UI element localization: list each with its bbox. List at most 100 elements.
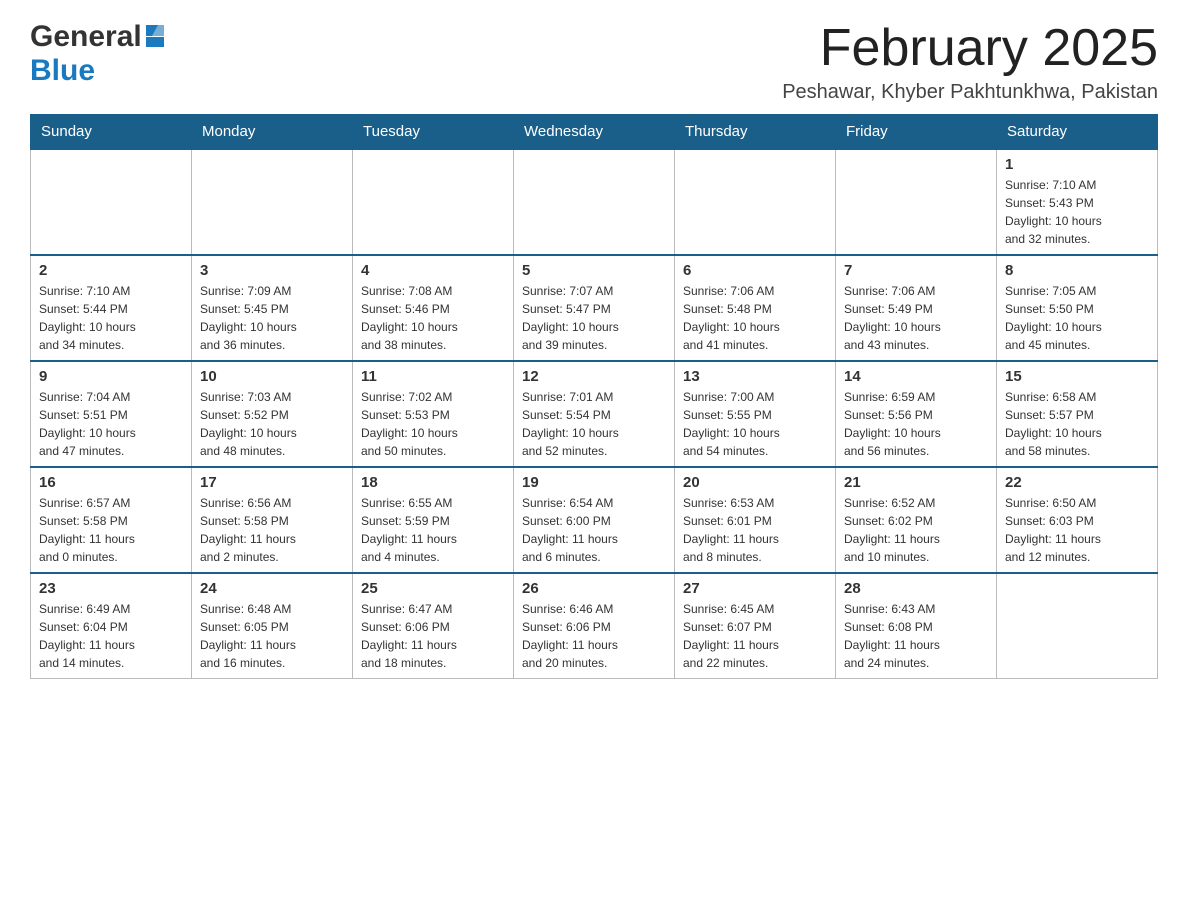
logo: General Blue: [30, 20, 166, 88]
calendar-cell: 17Sunrise: 6:56 AM Sunset: 5:58 PM Dayli…: [192, 467, 353, 573]
day-number: 2: [39, 262, 183, 279]
day-number: 23: [39, 580, 183, 597]
day-info: Sunrise: 6:57 AM Sunset: 5:58 PM Dayligh…: [39, 494, 183, 566]
day-info: Sunrise: 6:53 AM Sunset: 6:01 PM Dayligh…: [683, 494, 827, 566]
day-info: Sunrise: 6:47 AM Sunset: 6:06 PM Dayligh…: [361, 600, 505, 672]
day-number: 20: [683, 474, 827, 491]
calendar-cell: 7 Sunrise: 7:06 AM Sunset: 5:49 PM Daylig…: [836, 255, 997, 361]
day-info: Sunrise: 6:49 AM Sunset: 6:04 PM Dayligh…: [39, 600, 183, 672]
logo-general-text: General: [30, 20, 142, 54]
calendar-cell: 2 Sunrise: 7:10 AM Sunset: 5:44 PM Daylig…: [31, 255, 192, 361]
day-number: 16: [39, 474, 183, 491]
day-number: 6: [683, 262, 827, 279]
day-number: 13: [683, 368, 827, 385]
day-number: 7: [844, 262, 988, 279]
weekday-header-monday: Monday: [192, 115, 353, 150]
weekday-header-sunday: Sunday: [31, 115, 192, 150]
calendar-cell: 16 Sunrise: 6:57 AM Sunset: 5:58 PM Dayli…: [31, 467, 192, 573]
day-number: 4: [361, 262, 505, 279]
calendar-cell: 12Sunrise: 7:01 AM Sunset: 5:54 PM Dayli…: [514, 361, 675, 467]
day-number: 12: [522, 368, 666, 385]
calendar-cell: 27 Sunrise: 6:45 AM Sunset: 6:07 PM Dayli…: [675, 573, 836, 679]
day-number: 1: [1005, 156, 1149, 173]
calendar-cell: [192, 149, 353, 255]
calendar-cell: [675, 149, 836, 255]
calendar-cell: 4Sunrise: 7:08 AM Sunset: 5:46 PM Daylig…: [353, 255, 514, 361]
day-number: 27: [683, 580, 827, 597]
calendar-week-1: 1 Sunrise: 7:10 AM Sunset: 5:43 PM Daylig…: [31, 149, 1158, 255]
calendar-cell: 19 Sunrise: 6:54 AM Sunset: 6:00 PM Dayli…: [514, 467, 675, 573]
day-info: Sunrise: 7:03 AM Sunset: 5:52 PM Dayligh…: [200, 388, 344, 460]
day-info: Sunrise: 6:46 AM Sunset: 6:06 PM Dayligh…: [522, 600, 666, 672]
day-number: 3: [200, 262, 344, 279]
logo-flag-icon: [144, 23, 166, 49]
page-header: General Blue February 2025 Peshawar, Khy…: [30, 20, 1158, 104]
day-info: Sunrise: 6:52 AM Sunset: 6:02 PM Dayligh…: [844, 494, 988, 566]
weekday-header-row: SundayMondayTuesdayWednesdayThursdayFrid…: [31, 115, 1158, 150]
day-number: 24: [200, 580, 344, 597]
day-number: 22: [1005, 474, 1149, 491]
day-number: 25: [361, 580, 505, 597]
calendar-cell: [997, 573, 1158, 679]
calendar-cell: 28 Sunrise: 6:43 AM Sunset: 6:08 PM Dayli…: [836, 573, 997, 679]
day-info: Sunrise: 6:58 AM Sunset: 5:57 PM Dayligh…: [1005, 388, 1149, 460]
day-info: Sunrise: 7:10 AM Sunset: 5:44 PM Dayligh…: [39, 282, 183, 354]
title-block: February 2025 Peshawar, Khyber Pakhtunkh…: [782, 20, 1158, 104]
calendar-cell: 3Sunrise: 7:09 AM Sunset: 5:45 PM Daylig…: [192, 255, 353, 361]
calendar-week-3: 9 Sunrise: 7:04 AM Sunset: 5:51 PM Daylig…: [31, 361, 1158, 467]
day-number: 11: [361, 368, 505, 385]
calendar-cell: [836, 149, 997, 255]
calendar-cell: 10 Sunrise: 7:03 AM Sunset: 5:52 PM Dayli…: [192, 361, 353, 467]
day-info: Sunrise: 7:07 AM Sunset: 5:47 PM Dayligh…: [522, 282, 666, 354]
calendar-cell: 22 Sunrise: 6:50 AM Sunset: 6:03 PM Dayli…: [997, 467, 1158, 573]
calendar-cell: 13 Sunrise: 7:00 AM Sunset: 5:55 PM Dayli…: [675, 361, 836, 467]
calendar-cell: 5 Sunrise: 7:07 AM Sunset: 5:47 PM Daylig…: [514, 255, 675, 361]
calendar-cell: 1 Sunrise: 7:10 AM Sunset: 5:43 PM Daylig…: [997, 149, 1158, 255]
day-info: Sunrise: 7:02 AM Sunset: 5:53 PM Dayligh…: [361, 388, 505, 460]
weekday-header-wednesday: Wednesday: [514, 115, 675, 150]
day-info: Sunrise: 7:05 AM Sunset: 5:50 PM Dayligh…: [1005, 282, 1149, 354]
day-info: Sunrise: 6:55 AM Sunset: 5:59 PM Dayligh…: [361, 494, 505, 566]
day-info: Sunrise: 7:06 AM Sunset: 5:48 PM Dayligh…: [683, 282, 827, 354]
calendar-cell: 11 Sunrise: 7:02 AM Sunset: 5:53 PM Dayli…: [353, 361, 514, 467]
weekday-header-tuesday: Tuesday: [353, 115, 514, 150]
day-number: 21: [844, 474, 988, 491]
day-info: Sunrise: 7:10 AM Sunset: 5:43 PM Dayligh…: [1005, 176, 1149, 248]
weekday-header-thursday: Thursday: [675, 115, 836, 150]
day-info: Sunrise: 6:54 AM Sunset: 6:00 PM Dayligh…: [522, 494, 666, 566]
day-info: Sunrise: 6:43 AM Sunset: 6:08 PM Dayligh…: [844, 600, 988, 672]
day-info: Sunrise: 6:59 AM Sunset: 5:56 PM Dayligh…: [844, 388, 988, 460]
calendar-week-2: 2 Sunrise: 7:10 AM Sunset: 5:44 PM Daylig…: [31, 255, 1158, 361]
day-number: 8: [1005, 262, 1149, 279]
calendar-week-4: 16 Sunrise: 6:57 AM Sunset: 5:58 PM Dayli…: [31, 467, 1158, 573]
calendar-table: SundayMondayTuesdayWednesdayThursdayFrid…: [30, 114, 1158, 679]
calendar-cell: 9 Sunrise: 7:04 AM Sunset: 5:51 PM Daylig…: [31, 361, 192, 467]
calendar-cell: 18 Sunrise: 6:55 AM Sunset: 5:59 PM Dayli…: [353, 467, 514, 573]
logo-blue-text: Blue: [30, 54, 95, 88]
day-number: 28: [844, 580, 988, 597]
day-info: Sunrise: 7:06 AM Sunset: 5:49 PM Dayligh…: [844, 282, 988, 354]
day-number: 26: [522, 580, 666, 597]
day-info: Sunrise: 6:50 AM Sunset: 6:03 PM Dayligh…: [1005, 494, 1149, 566]
calendar-cell: 25 Sunrise: 6:47 AM Sunset: 6:06 PM Dayli…: [353, 573, 514, 679]
day-info: Sunrise: 6:56 AM Sunset: 5:58 PM Dayligh…: [200, 494, 344, 566]
day-info: Sunrise: 7:00 AM Sunset: 5:55 PM Dayligh…: [683, 388, 827, 460]
day-number: 18: [361, 474, 505, 491]
day-number: 5: [522, 262, 666, 279]
day-info: Sunrise: 7:04 AM Sunset: 5:51 PM Dayligh…: [39, 388, 183, 460]
weekday-header-friday: Friday: [836, 115, 997, 150]
day-number: 9: [39, 368, 183, 385]
calendar-cell: 26 Sunrise: 6:46 AM Sunset: 6:06 PM Dayli…: [514, 573, 675, 679]
day-number: 14: [844, 368, 988, 385]
calendar-cell: [353, 149, 514, 255]
calendar-cell: 21 Sunrise: 6:52 AM Sunset: 6:02 PM Dayli…: [836, 467, 997, 573]
calendar-cell: [31, 149, 192, 255]
day-number: 19: [522, 474, 666, 491]
calendar-cell: 14 Sunrise: 6:59 AM Sunset: 5:56 PM Dayli…: [836, 361, 997, 467]
day-info: Sunrise: 6:45 AM Sunset: 6:07 PM Dayligh…: [683, 600, 827, 672]
calendar-cell: 15Sunrise: 6:58 AM Sunset: 5:57 PM Dayli…: [997, 361, 1158, 467]
calendar-week-5: 23 Sunrise: 6:49 AM Sunset: 6:04 PM Dayli…: [31, 573, 1158, 679]
calendar-cell: 23 Sunrise: 6:49 AM Sunset: 6:04 PM Dayli…: [31, 573, 192, 679]
calendar-cell: 20 Sunrise: 6:53 AM Sunset: 6:01 PM Dayli…: [675, 467, 836, 573]
day-number: 10: [200, 368, 344, 385]
